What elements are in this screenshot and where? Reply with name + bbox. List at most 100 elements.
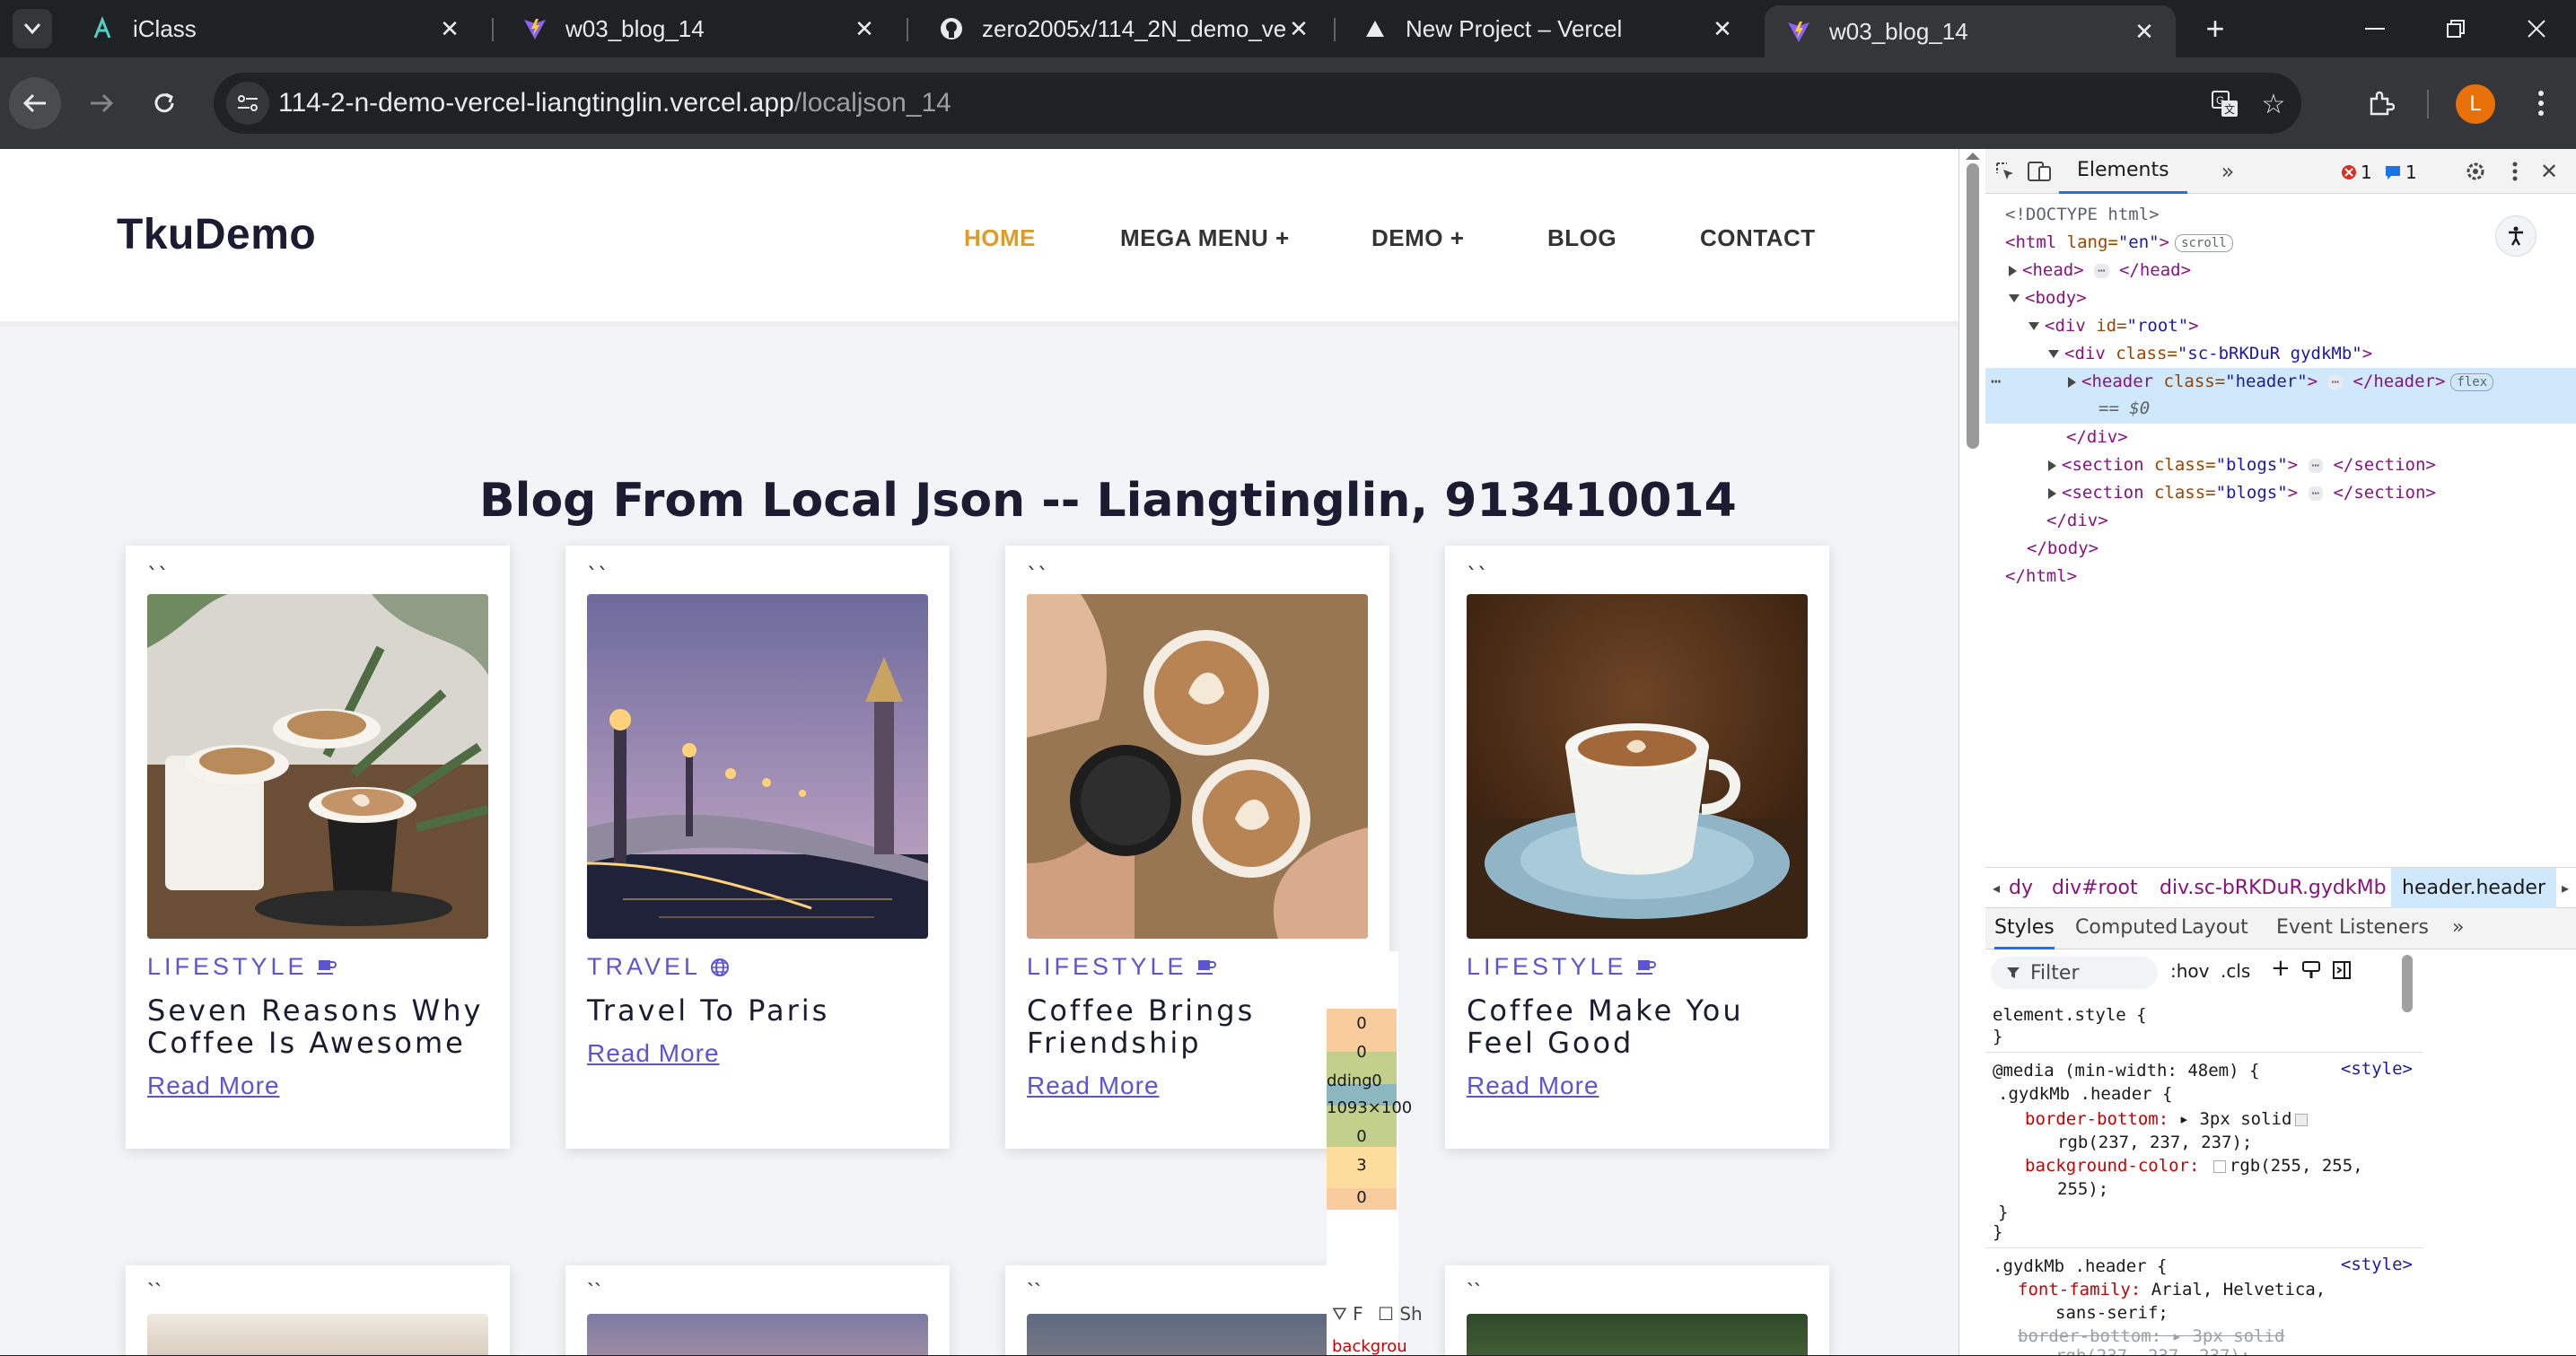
ellipsis-icon[interactable]: ⋯ — [2308, 458, 2324, 473]
css-background-color[interactable]: background-color: rgb(255, 255, — [2025, 1154, 2363, 1177]
dom-div-close[interactable]: </div> — [2046, 507, 2576, 534]
espresso-cup-image[interactable] — [1467, 594, 1808, 939]
card-title[interactable]: Coffee Make You Feel Good — [1467, 994, 1817, 1059]
profile-avatar[interactable]: L — [2456, 84, 2495, 124]
styles-filter-input[interactable]: Filter — [1991, 957, 2158, 989]
page-scroll-thumb[interactable] — [1967, 163, 1979, 449]
close-icon[interactable]: ✕ — [851, 15, 878, 43]
card-image[interactable] — [1027, 1314, 1368, 1355]
bookmark-star-icon[interactable]: ☆ — [2255, 85, 2292, 123]
breadcrumb-body[interactable]: dy — [2009, 868, 2033, 909]
css-border-bottom[interactable]: border-bottom: ▸ 3px solid — [2025, 1107, 2311, 1131]
restore-button[interactable] — [2411, 0, 2501, 57]
close-icon[interactable]: ✕ — [436, 15, 463, 43]
hov-toggle[interactable]: :hov — [2170, 960, 2210, 982]
tab-iclass[interactable]: iClass ✕ — [68, 7, 481, 50]
collapse-arrow-icon[interactable] — [2048, 350, 2059, 358]
breadcrumb-root[interactable]: div#root — [2052, 868, 2138, 909]
ellipsis-icon[interactable]: ⋯ — [2327, 374, 2344, 389]
nav-demo[interactable]: DEMO + — [1371, 224, 1464, 252]
element-style-rule[interactable]: element.style { — [1993, 1003, 2147, 1027]
close-icon[interactable]: ✕ — [2131, 18, 2158, 46]
dom-div-close[interactable]: </div> — [2066, 424, 2576, 451]
ellipsis-icon[interactable]: ⋯ — [2094, 263, 2109, 278]
close-devtools-icon[interactable]: ✕ — [2535, 157, 2563, 186]
card-image[interactable] — [147, 1314, 488, 1355]
kebab-menu-icon[interactable] — [2501, 157, 2529, 186]
cls-toggle[interactable]: .cls — [2221, 960, 2250, 982]
color-swatch[interactable] — [2212, 1159, 2226, 1173]
dom-body-close[interactable]: </body> — [2027, 535, 2576, 562]
card-category[interactable]: TRAVEL — [587, 953, 730, 981]
inspect-element-icon[interactable] — [1991, 157, 2020, 186]
breadcrumb-sc-div[interactable]: div.sc-bRKDuR.gydkMb — [2160, 868, 2387, 909]
collapse-arrow-icon[interactable] — [2009, 294, 2020, 302]
site-info-icon[interactable] — [226, 82, 269, 125]
dom-section-blogs[interactable]: <section class="blogs"> ⋯ </section> — [2048, 479, 2576, 506]
css-selector[interactable]: .gydkMb .header { — [1998, 1082, 2172, 1106]
card-category[interactable]: LIFESTYLE — [1467, 953, 1656, 981]
minimize-button[interactable] — [2330, 0, 2420, 57]
tab-computed[interactable]: Computed — [2075, 908, 2177, 949]
show-all-checkbox[interactable]: ☐ — [1378, 1303, 1394, 1325]
scroll-up-arrow[interactable] — [1966, 153, 1980, 160]
row-menu-icon[interactable]: ⋯ — [1991, 368, 2001, 395]
nav-contact[interactable]: CONTACT — [1700, 224, 1816, 252]
site-logo[interactable]: TkuDemo — [117, 210, 316, 259]
styles-scroll-thumb[interactable] — [2402, 955, 2413, 1012]
close-window-button[interactable] — [2492, 0, 2576, 57]
extensions-icon[interactable] — [2361, 83, 2402, 124]
tab-layout[interactable]: Layout — [2181, 908, 2248, 949]
expand-arrow-icon[interactable] — [2009, 265, 2017, 276]
tab-event-listeners[interactable]: Event Listeners — [2276, 908, 2429, 949]
read-more-link[interactable]: Read More — [147, 1072, 280, 1100]
dom-header-selected[interactable]: ⋯ <header class="header"> ⋯ </header> fle… — [1985, 368, 2576, 424]
page-scrollbar[interactable] — [1958, 149, 1985, 1355]
dom-head[interactable]: <head> ⋯ </head> — [2009, 257, 2576, 284]
dom-body[interactable]: <body> — [2009, 284, 2576, 311]
dom-html[interactable]: <html lang="en"> scroll — [2005, 229, 2576, 256]
breadcrumb-header[interactable]: header.header — [2391, 868, 2556, 909]
close-icon[interactable]: ✕ — [1285, 15, 1312, 43]
card-category[interactable]: LIFESTYLE — [1027, 953, 1216, 981]
settings-gear-icon[interactable] — [2461, 157, 2490, 186]
accessibility-tree-button[interactable] — [2495, 215, 2537, 257]
expand-arrow-icon[interactable] — [2048, 459, 2056, 471]
coffee-cups-plants-image[interactable] — [147, 594, 488, 939]
close-icon[interactable]: ✕ — [1709, 15, 1736, 43]
card-title[interactable]: Seven Reasons Why Coffee Is Awesome — [147, 994, 497, 1059]
tab-vercel[interactable]: New Project – Vercel ✕ — [1341, 7, 1754, 50]
tab-w03-blog-active[interactable]: w03_blog_14 ✕ — [1765, 5, 2176, 57]
read-more-link[interactable]: Read More — [587, 1039, 720, 1068]
read-more-link[interactable]: Read More — [1467, 1072, 1599, 1100]
card-image[interactable] — [1467, 1314, 1808, 1355]
dom-root-div[interactable]: <div id="root"> — [2028, 312, 2576, 339]
breadcrumb-left-arrow[interactable]: ◂ — [1993, 868, 2000, 909]
new-tab-button[interactable]: + — [2195, 9, 2235, 48]
dom-section-blogs[interactable]: <section class="blogs"> ⋯ </section> — [2048, 451, 2576, 478]
dom-html-close[interactable]: </html> — [2005, 563, 2576, 590]
forward-button[interactable] — [75, 77, 127, 129]
more-tabs-icon[interactable]: » — [2213, 157, 2242, 186]
back-button[interactable] — [9, 77, 61, 129]
error-count[interactable]: 1 — [2341, 162, 2372, 183]
color-format-icon[interactable] — [2301, 960, 2321, 984]
sidebar-toggle-icon[interactable] — [2332, 960, 2352, 984]
card-title[interactable]: Coffee Brings Friendship — [1027, 994, 1377, 1059]
expand-arrow-icon[interactable] — [2048, 487, 2056, 499]
css-font-family[interactable]: font-family: Arial, Helvetica, — [2018, 1278, 2326, 1301]
more-menu-icon[interactable] — [2520, 83, 2562, 124]
breadcrumb-right-arrow[interactable]: ▸ — [2562, 868, 2569, 909]
paris-bridge-dusk-image[interactable] — [587, 594, 928, 939]
dom-sc-div[interactable]: <div class="sc-bRKDuR gydkMb"> — [2048, 340, 2576, 367]
tab-styles[interactable]: Styles — [1994, 908, 2055, 949]
read-more-link[interactable]: Read More — [1027, 1072, 1160, 1100]
nav-mega-menu[interactable]: MEGA MENU + — [1120, 224, 1290, 252]
reload-button[interactable] — [138, 77, 190, 129]
card-category[interactable]: LIFESTYLE — [147, 953, 337, 981]
tab-w03-blog[interactable]: w03_blog_14 ✕ — [501, 7, 896, 50]
style-source-link[interactable]: <style> — [2341, 1059, 2413, 1079]
tab-search-button[interactable] — [13, 9, 52, 48]
collapse-arrow-icon[interactable] — [2028, 322, 2039, 330]
scroll-badge[interactable]: scroll — [2175, 233, 2233, 252]
